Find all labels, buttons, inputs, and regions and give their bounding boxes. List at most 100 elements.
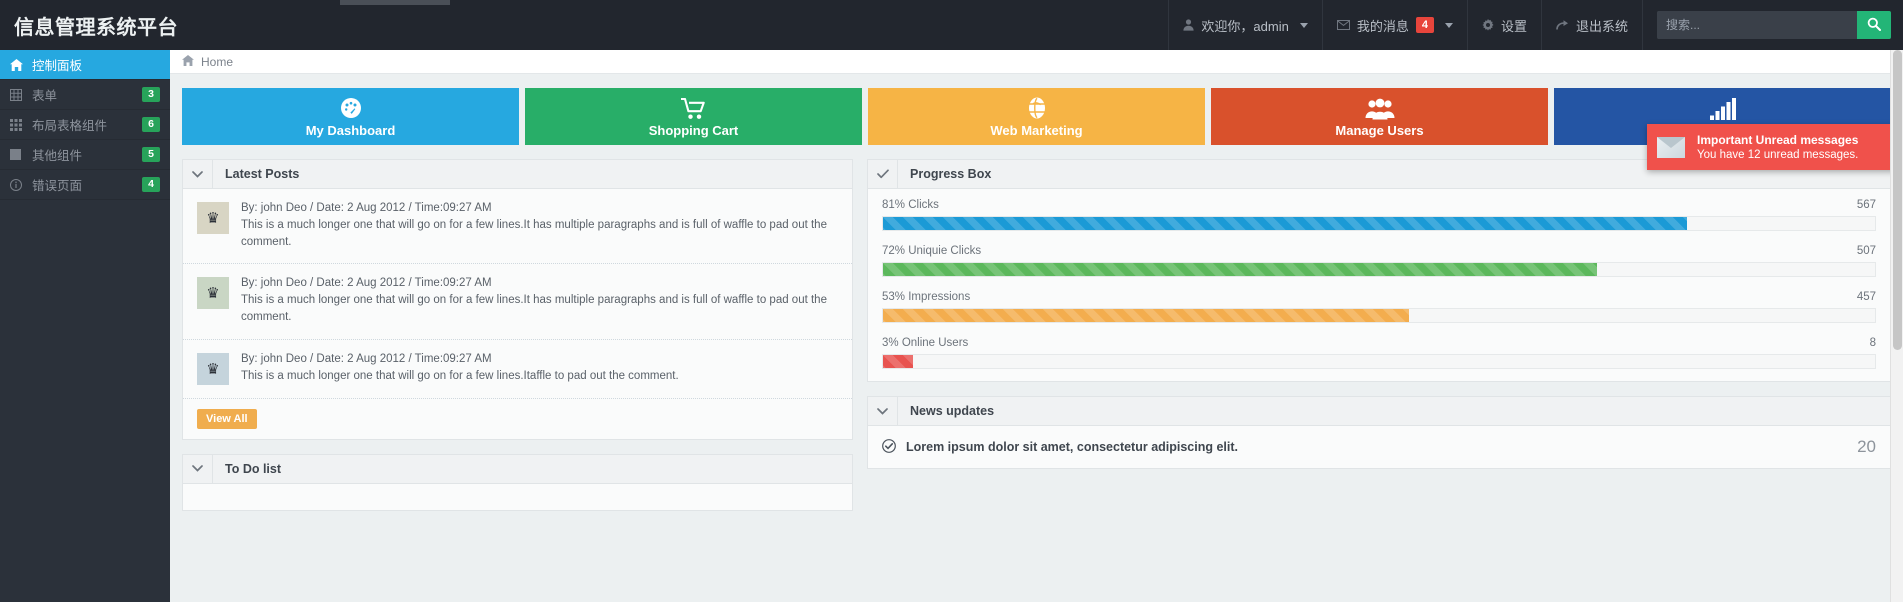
user-icon <box>1183 19 1195 31</box>
list-item: ♛ By: john Deo / Date: 2 Aug 2012 / Time… <box>183 340 852 399</box>
top-navigation: 欢迎你，admin 我的消息 4 设置 退出系统 <box>1168 0 1903 50</box>
quicknav-my-dashboard[interactable]: My Dashboard <box>182 88 519 145</box>
progress-track <box>882 262 1876 277</box>
quicknav-label-manage-users: Manage Users <box>1335 122 1424 138</box>
table-icon <box>10 88 28 101</box>
check-icon[interactable] <box>868 160 898 188</box>
right-column: Progress Box 81% Clicks 567 72% Uniquie … <box>867 159 1891 483</box>
topnav-item-settings[interactable]: 设置 <box>1466 0 1541 50</box>
latest-posts-footer: View All <box>183 399 852 439</box>
progress-fill-clicks <box>883 217 1687 230</box>
topnav-label-welcome: 欢迎你，admin <box>1201 18 1289 34</box>
topnav-label-messages: 我的消息 <box>1356 18 1409 34</box>
post-meta: By: john Deo / Date: 2 Aug 2012 / Time:0… <box>241 202 492 214</box>
search-input[interactable] <box>1657 11 1857 39</box>
progress-label-online-users: 3% Online Users <box>882 337 969 349</box>
sidebar-label-layout: 布局表格组件 <box>32 119 108 133</box>
sidebar: 控制面板 表单 3 布局表格组件 6 其他组件 5 错误页面 4 <box>0 50 170 602</box>
breadcrumb-label[interactable]: Home <box>201 55 233 69</box>
quicknav-label-my-dashboard: My Dashboard <box>305 122 396 138</box>
progress-track <box>882 308 1876 323</box>
topnav-item-logout[interactable]: 退出系统 <box>1540 0 1642 50</box>
bars-icon <box>1709 96 1736 120</box>
toast-subtitle: You have 12 unread messages. <box>1697 149 1859 161</box>
quicknav-label-web-marketing: Web Marketing <box>990 122 1083 138</box>
sidebar-badge-forms: 3 <box>142 86 160 103</box>
progress-row-online-users: 3% Online Users 8 <box>882 337 1876 369</box>
sidebar-item-layout[interactable]: 布局表格组件 6 <box>0 110 170 140</box>
list-item[interactable]: Lorem ipsum dolor sit amet, consectetur … <box>868 426 1890 468</box>
search-icon <box>1867 17 1881 34</box>
avatar: ♛ <box>197 277 229 310</box>
grid-icon <box>10 118 28 131</box>
topnav-item-messages[interactable]: 我的消息 4 <box>1321 0 1467 50</box>
sidebar-label-other: 其他组件 <box>32 149 83 163</box>
toast-text: Important Unread messages You have 12 un… <box>1697 133 1858 161</box>
sidebar-badge-layout: 6 <box>142 116 160 133</box>
news-updates-title: News updates <box>910 404 995 418</box>
progress-rows: 81% Clicks 567 72% Uniquie Clicks 507 53… <box>868 189 1890 381</box>
window-chrome-strip <box>340 0 450 5</box>
search-box <box>1657 11 1891 39</box>
search-button[interactable] <box>1857 11 1891 39</box>
topnav-label-logout: 退出系统 <box>1575 18 1628 34</box>
top-bar: 信息管理系统平台 欢迎你，admin 我的消息 4 设置 退出系统 搜索... <box>0 0 1903 50</box>
progress-label-unique-clicks: 72% Uniquie Clicks <box>882 245 982 257</box>
progress-value-unique-clicks: 507 <box>1856 245 1876 257</box>
topnav-item-welcome[interactable]: 欢迎你，admin <box>1168 0 1321 50</box>
search-container <box>1642 0 1903 50</box>
progress-row-unique-clicks: 72% Uniquie Clicks 507 <box>882 245 1876 277</box>
progress-row-impressions: 53% Impressions 457 <box>882 291 1876 323</box>
quick-nav-buttons: My Dashboard Shopping Cart Web Marketing… <box>170 74 1903 145</box>
avatar: ♛ <box>197 352 229 385</box>
dashboard-icon <box>339 96 363 120</box>
news-updates-panel: News updates Lorem ipsum dolor sit amet,… <box>867 396 1891 469</box>
progress-box-title: Progress Box <box>910 167 992 181</box>
progress-box-panel: Progress Box 81% Clicks 567 72% Uniquie … <box>867 159 1891 382</box>
todo-title: To Do list <box>225 461 282 476</box>
post-text: This is a much longer one that will go o… <box>241 219 827 248</box>
home-icon <box>182 54 194 69</box>
sidebar-item-dashboard[interactable]: 控制面板 <box>0 50 170 80</box>
post-body: By: john Deo / Date: 2 Aug 2012 / Time:0… <box>241 202 838 250</box>
toast-title: Important Unread messages <box>1697 133 1859 147</box>
crown-icon: ♛ <box>206 285 220 303</box>
post-meta: By: john Deo / Date: 2 Aug 2012 / Time:0… <box>241 352 492 365</box>
panel-columns: Latest Posts ♛ By: john Deo / Date: 2 Au… <box>170 145 1903 525</box>
quicknav-manage-users[interactable]: Manage Users <box>1211 88 1548 145</box>
progress-label-line: 81% Clicks 567 <box>882 199 1876 211</box>
progress-value-clicks: 567 <box>1856 199 1876 211</box>
unread-messages-toast[interactable]: Important Unread messages You have 12 un… <box>1647 124 1899 170</box>
quicknav-web-marketing[interactable]: Web Marketing <box>868 88 1205 145</box>
topnav-label-settings: 设置 <box>1500 18 1527 34</box>
latest-posts-panel: Latest Posts ♛ By: john Deo / Date: 2 Au… <box>182 159 853 440</box>
sidebar-item-forms[interactable]: 表单 3 <box>0 80 170 110</box>
view-all-button[interactable]: View All <box>197 408 257 429</box>
latest-posts-header: Latest Posts <box>183 160 852 189</box>
todo-panel: To Do list <box>182 453 853 511</box>
progress-track <box>882 216 1876 231</box>
vertical-scrollbar[interactable] <box>1890 50 1903 602</box>
progress-row-clicks: 81% Clicks 567 <box>882 199 1876 231</box>
progress-fill-impressions <box>883 309 1409 322</box>
post-meta: By: john Deo / Date: 2 Aug 2012 / Time:0… <box>241 277 492 290</box>
sidebar-item-other[interactable]: 其他组件 5 <box>0 140 170 170</box>
sidebar-badge-errors: 4 <box>142 176 160 193</box>
progress-value-impressions: 457 <box>1856 291 1876 303</box>
chevron-down-icon <box>1299 22 1308 28</box>
chevron-down-icon[interactable] <box>868 397 898 425</box>
users-icon <box>1365 96 1395 120</box>
logout-icon <box>1556 19 1569 31</box>
post-body: By: john Deo / Date: 2 Aug 2012 / Time:0… <box>241 277 838 325</box>
progress-fill-online-users <box>883 355 913 368</box>
sidebar-label-dashboard: 控制面板 <box>32 59 83 73</box>
progress-label-clicks: 81% Clicks <box>882 199 939 211</box>
envelope-icon <box>1336 20 1350 30</box>
progress-label-line: 72% Uniquie Clicks 507 <box>882 245 1876 257</box>
chevron-down-icon[interactable] <box>183 454 213 483</box>
scrollbar-thumb[interactable] <box>1893 50 1902 350</box>
quicknav-shopping-cart[interactable]: Shopping Cart <box>525 88 862 145</box>
sidebar-badge-other: 5 <box>142 146 160 163</box>
sidebar-item-errors[interactable]: 错误页面 4 <box>0 170 170 200</box>
chevron-down-icon[interactable] <box>183 160 213 188</box>
